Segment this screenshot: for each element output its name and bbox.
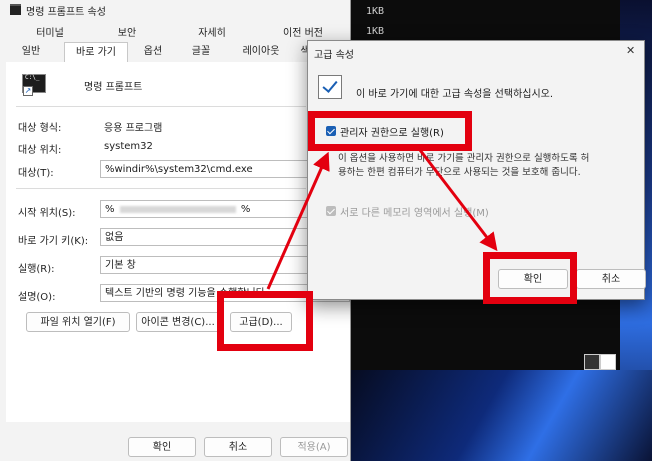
- arrow-to-admin-checkbox: [266, 151, 330, 290]
- arrow-to-ok-button: [418, 149, 498, 252]
- arrow-overlay: [266, 149, 498, 290]
